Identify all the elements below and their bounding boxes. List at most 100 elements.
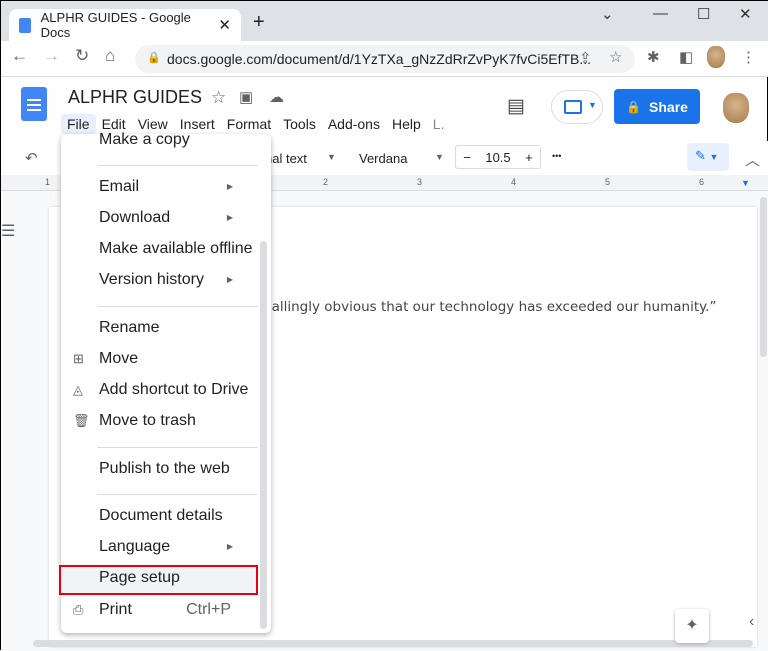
extensions-icon[interactable]: ✱ xyxy=(647,48,660,66)
submenu-arrow-icon: ▶ xyxy=(226,213,233,222)
new-tab-button[interactable]: + xyxy=(253,11,265,34)
cloud-status-icon[interactable]: ☁ xyxy=(269,88,284,106)
menu-item-label: Publish to the web xyxy=(99,460,230,477)
right-indent-marker[interactable]: ▼ xyxy=(741,178,750,188)
file-menu-item-move[interactable]: ⊞ Move xyxy=(61,345,261,373)
explore-button[interactable]: ✦ xyxy=(675,609,709,643)
move-folder-icon[interactable]: ▣ xyxy=(239,88,253,106)
more-options-button[interactable]: ••• xyxy=(552,151,561,161)
reload-icon[interactable]: ↻ xyxy=(75,46,89,66)
chevron-down-icon: ▼ xyxy=(709,152,719,162)
tab-search-icon[interactable]: ⌄ xyxy=(601,5,614,23)
url-input[interactable]: 🔒 docs.google.com/document/d/1YzTXa_gNzZd… xyxy=(135,45,635,73)
comments-icon[interactable]: ▤ xyxy=(507,95,525,118)
chevron-down-icon: ▼ xyxy=(327,152,336,162)
file-menu-item-download[interactable]: Download ▶ xyxy=(61,204,261,232)
document-title[interactable]: ALPHR GUIDES xyxy=(68,87,202,108)
ruler-mark: 5 xyxy=(605,177,611,187)
trash-icon: 🗑 xyxy=(73,413,90,428)
file-menu-item-move-to-trash[interactable]: 🗑 Move to trash xyxy=(61,407,261,435)
menu-item-label: Add shortcut to Drive xyxy=(99,381,249,398)
menu-item-label: Move to trash xyxy=(99,412,196,429)
lock-icon: 🔒 xyxy=(626,99,642,114)
menu-divider xyxy=(97,494,257,495)
file-menu-item-version-history[interactable]: Version history ▶ xyxy=(61,266,261,294)
horizontal-scrollbar[interactable] xyxy=(33,640,753,647)
present-button[interactable]: ▼ xyxy=(551,90,603,124)
maximize-button[interactable]: ☐ xyxy=(697,5,710,23)
menu-addons[interactable]: Add-ons xyxy=(322,114,386,134)
menu-item-label: Rename xyxy=(99,319,160,336)
menu-divider xyxy=(97,165,257,166)
share-label: Share xyxy=(649,98,688,115)
ruler-mark: 1 xyxy=(45,177,51,187)
close-window-button[interactable]: ✕ xyxy=(739,5,752,23)
account-avatar[interactable] xyxy=(723,93,749,123)
side-panel-icon[interactable]: ◧ xyxy=(679,48,693,66)
increase-font-size-button[interactable]: + xyxy=(525,150,533,165)
chevron-down-icon: ▼ xyxy=(588,100,597,110)
submenu-arrow-icon: ▶ xyxy=(226,275,233,284)
ruler-mark: 3 xyxy=(417,177,423,187)
kebab-menu-icon[interactable]: ⋮ xyxy=(741,48,756,66)
profile-avatar[interactable] xyxy=(707,46,725,68)
chevron-down-icon: ▼ xyxy=(435,152,444,162)
browser-tab[interactable]: ALPHR GUIDES - Google Docs ✕ xyxy=(9,9,241,41)
folder-move-icon: ⊞ xyxy=(73,351,84,366)
minimize-button[interactable]: — xyxy=(653,5,668,22)
last-edit-link[interactable]: L. xyxy=(427,114,451,134)
submenu-arrow-icon: ▶ xyxy=(226,542,233,551)
print-icon: ⎙ xyxy=(73,602,84,617)
back-icon[interactable]: ← xyxy=(11,46,28,66)
submenu-arrow-icon: ▶ xyxy=(226,182,233,191)
menu-item-label: Email xyxy=(99,178,140,195)
menu-item-label: Page setup xyxy=(99,569,180,586)
ruler-mark: 4 xyxy=(511,177,517,187)
decrease-font-size-button[interactable]: − xyxy=(463,150,471,165)
pencil-icon: ✎ xyxy=(695,148,706,163)
menu-help[interactable]: Help xyxy=(386,114,427,134)
outline-icon[interactable]: ☰ xyxy=(1,221,15,241)
file-menu-item-email[interactable]: Email ▶ xyxy=(61,173,261,201)
file-menu-item-print[interactable]: ⎙ Print Ctrl+P xyxy=(61,596,261,624)
menu-item-label: Language xyxy=(99,538,171,555)
side-panel-toggle-icon[interactable]: ‹ xyxy=(749,613,754,631)
font-size-input[interactable]: 10.5 xyxy=(485,150,510,165)
docs-logo-icon[interactable] xyxy=(21,87,47,121)
file-menu-item-make-available-offline[interactable]: Make available offline xyxy=(61,235,261,263)
bookmark-star-icon[interactable]: ☆ xyxy=(609,48,622,66)
explore-icon: ✦ xyxy=(685,617,699,634)
url-text: docs.google.com/document/d/1YzTXa_gNzZdR… xyxy=(167,51,592,67)
menu-tools[interactable]: Tools xyxy=(277,114,322,134)
menu-scrollbar[interactable] xyxy=(260,241,267,629)
menu-divider xyxy=(97,306,257,307)
font-dropdown[interactable]: Verdana xyxy=(359,151,407,166)
home-icon[interactable]: ⌂ xyxy=(105,46,115,66)
menu-item-label: Document details xyxy=(99,507,223,524)
file-menu-item-language[interactable]: Language ▶ xyxy=(61,533,261,561)
file-menu-item-publish-to-the-web[interactable]: Publish to the web xyxy=(61,455,261,483)
close-tab-icon[interactable]: ✕ xyxy=(218,16,231,34)
editing-mode-button[interactable]: ✎ ▼ xyxy=(687,143,729,171)
docs-favicon-icon xyxy=(19,17,31,33)
collapse-toolbar-icon[interactable]: ︿ xyxy=(745,149,760,170)
menu-item-label: Move xyxy=(99,350,139,367)
present-icon xyxy=(564,100,582,114)
file-menu-item-make-a-copy[interactable]: Make a copy xyxy=(61,126,261,154)
file-menu-item-rename[interactable]: Rename xyxy=(61,314,261,342)
share-page-icon[interactable]: ⇪ xyxy=(579,49,592,67)
menu-item-label: Version history xyxy=(99,271,204,288)
ruler-mark: 6 xyxy=(699,177,705,187)
file-menu-item-add-shortcut-to-drive[interactable]: ◬ Add shortcut to Drive xyxy=(61,376,261,404)
file-menu-item-page-setup[interactable]: Page setup xyxy=(61,564,261,592)
menu-item-label: Make a copy xyxy=(99,131,190,148)
paragraph-style-dropdown[interactable]: nal text xyxy=(265,151,307,166)
file-menu-item-document-details[interactable]: Document details xyxy=(61,502,261,530)
document-body-text[interactable]: pallingly obvious that our technology ha… xyxy=(263,299,716,315)
undo-icon[interactable]: ↶ xyxy=(25,149,38,167)
share-button[interactable]: 🔒 Share xyxy=(614,89,700,124)
vertical-scrollbar[interactable] xyxy=(760,197,767,357)
forward-icon[interactable]: → xyxy=(43,46,60,66)
star-icon[interactable]: ☆ xyxy=(211,88,226,108)
menu-item-label: Make available offline xyxy=(99,240,253,257)
